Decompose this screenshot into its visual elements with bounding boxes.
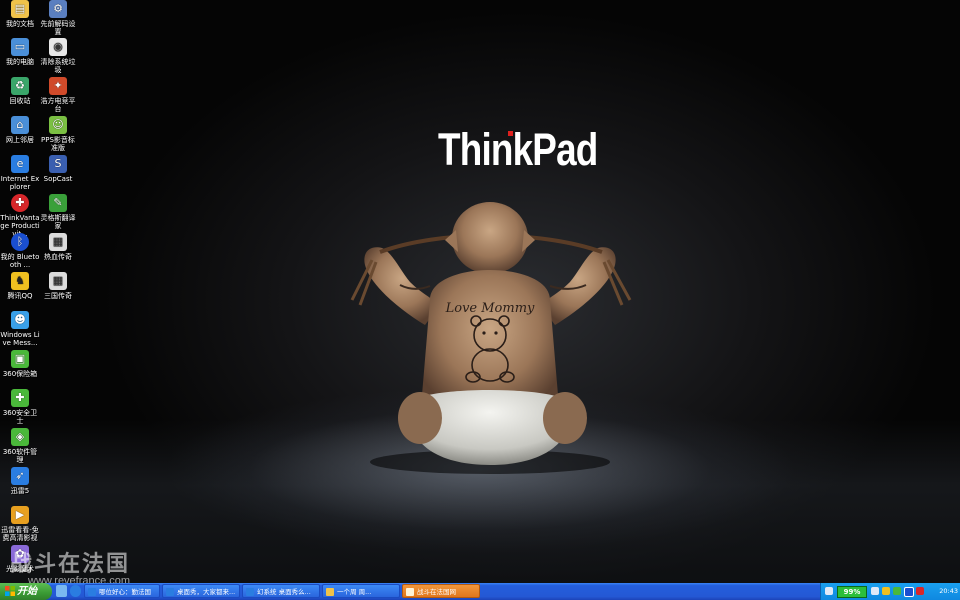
taskbar-task-4[interactable]: 一个周 周... <box>322 584 400 598</box>
thinkvantage-icon: ✚ <box>11 194 29 212</box>
haofang-platform-icon: ✦ <box>49 77 67 95</box>
thinkpad-logo: ThinkPad <box>438 124 598 175</box>
desktop-icon-qq[interactable]: ♞ 腾讯QQ <box>0 272 40 300</box>
desktop-wallpaper: ThinkPad Love Mommy <box>0 0 960 583</box>
desktop-icon-game-legend[interactable]: ▦ 热血传奇 <box>38 233 78 261</box>
system-tray: 99% 20:43 <box>820 583 960 600</box>
taskbar-task-1[interactable]: 哪位好心：勤法国 <box>84 584 160 598</box>
game-three-kingdoms-icon: ▦ <box>49 272 67 290</box>
ie-window-icon <box>166 588 174 596</box>
tattooed-baby-illustration: Love Mommy <box>350 202 632 474</box>
forum-watermark: 战斗在法国 www.revefrance.com <box>10 546 130 587</box>
lingoes-icon: ✎ <box>49 194 67 212</box>
volume-tray-icon[interactable] <box>871 587 879 595</box>
codec-settings-icon: ⚙ <box>49 0 67 18</box>
battery-indicator[interactable]: 99% <box>837 586 867 598</box>
360-software-manager-icon: ◈ <box>11 428 29 446</box>
taskbar-task-5-active[interactable]: 战斗在法国网 <box>402 584 480 598</box>
desktop-icon-game-three-kingdoms[interactable]: ▦ 三国传奇 <box>38 272 78 300</box>
qq-tray-icon[interactable] <box>882 587 890 595</box>
network-places-icon: ⌂ <box>11 116 29 134</box>
desktop-icon-network-places[interactable]: ⌂ 网上邻居 <box>0 116 40 144</box>
desktop-icon-360-software-manager[interactable]: ◈ 360软件管理 <box>0 428 40 464</box>
desktop-icon-sopcast[interactable]: S SopCast <box>38 155 78 183</box>
desktop-icon-pps-player[interactable]: ☺ PPS影音标准版 <box>38 116 78 152</box>
windows-flag-icon <box>5 586 15 596</box>
desktop-icon-lingoes[interactable]: ✎ 灵格斯翻译家 <box>38 194 78 230</box>
recycle-bin-icon: ♻ <box>11 77 29 95</box>
desktop-icon-thinkvantage[interactable]: ✚ ThinkVantage Productivit... <box>0 194 40 238</box>
360-tray-icon[interactable] <box>893 587 901 595</box>
desktop-icon-haofang-platform[interactable]: ✦ 浩方电竞平台 <box>38 77 78 113</box>
ie-window-icon <box>246 588 254 596</box>
bluetooth-tray-icon[interactable] <box>904 587 914 597</box>
taskbar-task-3[interactable]: 幻系统 桌面秀么... <box>242 584 320 598</box>
ie-window-icon <box>88 588 96 596</box>
desktop-icon-xunlei-kankan[interactable]: ▶ 迅雷看看-免费高清影视 <box>0 506 40 542</box>
security-tray-icon[interactable] <box>916 587 924 595</box>
my-computer-icon: ▭ <box>11 38 29 56</box>
desktop-icon-360-security[interactable]: ✚ 360安全卫士 <box>0 389 40 425</box>
desktop-icon-internet-explorer[interactable]: e Internet Explorer <box>0 155 40 191</box>
desktop-icon-my-computer[interactable]: ▭ 我的电脑 <box>0 38 40 66</box>
start-label: 开始 <box>17 586 37 597</box>
360-safebox-icon: ▣ <box>11 350 29 368</box>
ie-quick-launch-icon[interactable] <box>70 585 81 597</box>
360-security-icon: ✚ <box>11 389 29 407</box>
desktop-icon-windows-live-messenger[interactable]: ☻ Windows Live Mess... <box>0 311 40 347</box>
internet-explorer-icon: e <box>11 155 29 173</box>
folder-window-icon <box>326 588 334 596</box>
my-documents-icon: ▤ <box>11 0 29 18</box>
xunlei-kankan-icon: ▶ <box>11 506 29 524</box>
desktop-icon-thunder[interactable]: ➶ 迅雷5 <box>0 467 40 495</box>
network-tray-icon[interactable] <box>825 587 833 595</box>
thinkpad-logo-dot <box>508 131 513 136</box>
taskbar-clock[interactable]: 20:43 <box>939 583 958 600</box>
desktop-icon-bluetooth[interactable]: ᛒ 我的 Bluetooth ... <box>0 233 40 269</box>
taskbar-task-2[interactable]: 桌面秀，大家都来... <box>162 584 240 598</box>
show-desktop-icon[interactable] <box>56 585 67 597</box>
start-button[interactable]: 开始 <box>0 583 52 600</box>
thunder-icon: ➶ <box>11 467 29 485</box>
sopcast-icon: S <box>49 155 67 173</box>
desktop-icon-360-safebox[interactable]: ▣ 360保险箱 <box>0 350 40 378</box>
desktop-icon-recycle-bin[interactable]: ♻ 回收站 <box>0 77 40 105</box>
game-legend-icon: ▦ <box>49 233 67 251</box>
desktop-icon-system-cleaner[interactable]: ◉ 清除系统垃圾 <box>38 38 78 74</box>
system-cleaner-icon: ◉ <box>49 38 67 56</box>
desktop-icon-codec-settings[interactable]: ⚙ 先前解码设置 <box>38 0 78 36</box>
tattoo-love-mommy: Love Mommy <box>445 301 535 316</box>
qq-icon: ♞ <box>11 272 29 290</box>
desktop-icon-my-documents[interactable]: ▤ 我的文档 <box>0 0 40 28</box>
windows-live-messenger-icon: ☻ <box>11 311 29 329</box>
forum-window-icon <box>406 588 414 596</box>
taskbar: 开始 哪位好心：勤法国 桌面秀，大家都来... 幻系统 桌面秀么... 一个周 … <box>0 583 960 600</box>
watermark-title: 战斗在法国 <box>10 552 131 577</box>
bluetooth-icon: ᛒ <box>11 233 29 251</box>
pps-player-icon: ☺ <box>49 116 67 134</box>
